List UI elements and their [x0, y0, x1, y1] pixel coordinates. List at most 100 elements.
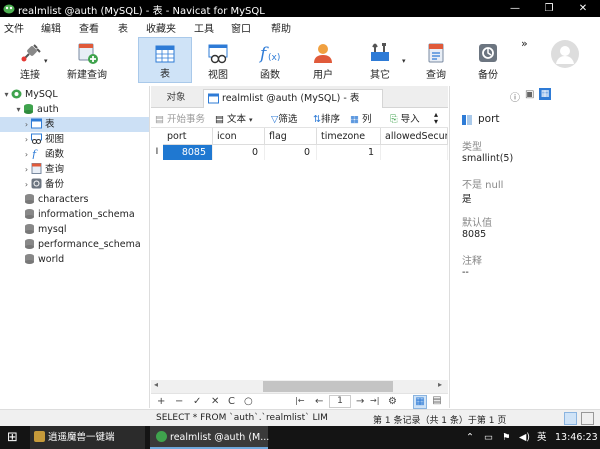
collapse-icon[interactable]: ▾ — [2, 87, 11, 102]
cell-timezone[interactable]: 1 — [317, 145, 381, 160]
tree-database[interactable]: mysql — [0, 222, 149, 237]
scrollbar-thumb[interactable] — [263, 381, 393, 392]
query-button[interactable]: 查询 — [412, 37, 460, 83]
start-button[interactable]: ⊞ — [7, 426, 18, 449]
info-icon[interactable]: ⓘ — [510, 89, 520, 104]
tree-connection-mysql[interactable]: ▾ MySQL — [0, 87, 149, 102]
page-number-input[interactable]: 1 — [329, 395, 351, 408]
scroll-left-icon[interactable]: ◂ — [154, 380, 158, 389]
column-header-allowedsecur[interactable]: allowedSecur — [381, 128, 448, 145]
volume-icon[interactable]: ◀) — [519, 426, 530, 449]
expand-icon[interactable]: › — [22, 162, 31, 177]
menu-view[interactable]: 查看 — [79, 20, 99, 35]
tree-database[interactable]: world — [0, 252, 149, 267]
tree-item-views[interactable]: › 视图 — [0, 132, 149, 147]
mysql-connection-icon — [11, 88, 22, 99]
tab-objects[interactable]: 对象 — [151, 89, 201, 108]
column-header-flag[interactable]: flag — [265, 128, 317, 145]
tree-database[interactable]: performance_schema — [0, 237, 149, 252]
tree-item-backups[interactable]: › 备份 — [0, 177, 149, 192]
tray-up-icon[interactable]: ⌃ — [466, 426, 474, 449]
text-button[interactable]: ▤ 文本 ▾ — [215, 111, 253, 125]
column-header-icon[interactable]: icon — [213, 128, 265, 145]
default-label: 默认值 — [462, 218, 492, 229]
panel-layout-icon[interactable] — [564, 412, 577, 425]
begin-transaction-button[interactable]: ▤ 开始事务 — [155, 111, 205, 125]
sort-button[interactable]: ⇅排序 — [313, 111, 340, 125]
connect-button[interactable]: 连接 — [4, 37, 56, 83]
column-header-port[interactable]: port — [163, 128, 213, 145]
tab-realmlist[interactable]: realmlist @auth (MySQL) - 表 — [203, 89, 383, 108]
form-view-icon[interactable]: ▤ — [430, 395, 444, 409]
tree-item-functions[interactable]: › f 函数 — [0, 147, 149, 162]
tree-item-tables[interactable]: › 表 — [0, 117, 149, 132]
column-header-timezone[interactable]: timezone — [317, 128, 381, 145]
delete-record-button[interactable]: − — [175, 396, 183, 407]
tree-item-queries[interactable]: › 查询 — [0, 162, 149, 177]
first-page-button[interactable]: |← — [295, 396, 304, 405]
clock[interactable]: 13:46:23 — [555, 426, 598, 449]
import-button[interactable]: ⎘ 导入 — [390, 111, 420, 125]
ddl-icon[interactable]: ▣ — [525, 89, 534, 100]
horizontal-scrollbar[interactable]: ◂ ▸ — [151, 380, 448, 393]
other-dropdown-icon[interactable]: ▾ — [402, 57, 406, 65]
chevron-down-icon: ▾ — [249, 116, 253, 124]
collapse-icon[interactable]: ▾ — [14, 102, 23, 117]
stop-button[interactable]: ○ — [244, 396, 253, 407]
taskbar-app-wow[interactable]: 逍遥魔兽一键端 — [30, 426, 145, 449]
filter-button[interactable]: ▽筛选 — [271, 111, 297, 125]
columns-button[interactable]: ▦ 列 — [350, 111, 372, 125]
default-value: 8085 — [462, 229, 487, 240]
menu-window[interactable]: 窗口 — [231, 20, 251, 35]
new-query-button[interactable]: 新建查询 — [62, 37, 112, 83]
add-record-button[interactable]: + — [157, 396, 165, 407]
last-page-button[interactable]: →| — [370, 396, 379, 405]
backup-icon — [31, 178, 42, 189]
next-page-button[interactable]: → — [356, 396, 364, 407]
columns-label: 列 — [362, 114, 372, 125]
discard-changes-button[interactable]: ✕ — [211, 396, 219, 407]
tree-database[interactable]: information_schema — [0, 207, 149, 222]
grid-view-icon[interactable]: ▦ — [413, 395, 427, 409]
function-button[interactable]: f (x) 函数 — [246, 37, 294, 83]
user-avatar[interactable] — [551, 40, 579, 68]
maximize-button[interactable]: ❐ — [532, 0, 566, 17]
cell-allowedsecur[interactable] — [381, 145, 448, 160]
network-icon[interactable]: ▭ — [484, 426, 493, 449]
refresh-button[interactable]: C — [228, 396, 235, 407]
connect-dropdown-icon[interactable]: ▾ — [44, 57, 48, 65]
minimize-button[interactable]: — — [498, 0, 532, 17]
other-button[interactable]: 其它 — [356, 37, 404, 83]
expand-icon[interactable]: › — [22, 147, 31, 162]
expand-icon[interactable]: › — [22, 132, 31, 147]
toolbar-overflow-icon[interactable]: ▴ ▾ — [434, 111, 438, 126]
cell-port[interactable]: 8085 — [163, 145, 213, 160]
menu-table[interactable]: 表 — [118, 20, 128, 35]
apply-changes-button[interactable]: ✓ — [193, 396, 201, 407]
backup-button[interactable]: 备份 — [466, 37, 510, 83]
field-list-icon[interactable]: ▦ — [539, 88, 551, 100]
panel-toggle-icon[interactable] — [581, 412, 594, 425]
previous-page-button[interactable]: ← — [315, 396, 323, 407]
menu-tools[interactable]: 工具 — [194, 20, 214, 35]
expand-icon[interactable]: › — [22, 177, 31, 192]
menu-help[interactable]: 帮助 — [271, 20, 291, 35]
cell-icon[interactable]: 0 — [213, 145, 265, 160]
tree-database-auth[interactable]: ▾ auth — [0, 102, 149, 117]
taskbar-app-navicat[interactable]: realmlist @auth (M... — [150, 426, 269, 449]
grid-settings-button[interactable]: ⚙ — [388, 396, 397, 407]
flag-icon[interactable]: ⚑ — [502, 426, 511, 449]
tree-database[interactable]: characters — [0, 192, 149, 207]
menu-file[interactable]: 文件 — [4, 20, 24, 35]
input-method-indicator[interactable]: 英 — [537, 426, 547, 449]
view-button[interactable]: 视图 — [194, 37, 242, 83]
close-button[interactable]: ✕ — [566, 0, 600, 17]
table-button[interactable]: 表 — [138, 37, 192, 83]
cell-flag[interactable]: 0 — [265, 145, 317, 160]
menu-favorites[interactable]: 收藏夹 — [146, 20, 176, 35]
toolbar-more-button[interactable]: » — [521, 37, 528, 50]
scroll-right-icon[interactable]: ▸ — [438, 380, 442, 389]
menu-edit[interactable]: 编辑 — [41, 20, 61, 35]
user-button[interactable]: 用户 — [298, 37, 348, 83]
expand-icon[interactable]: › — [22, 117, 31, 132]
